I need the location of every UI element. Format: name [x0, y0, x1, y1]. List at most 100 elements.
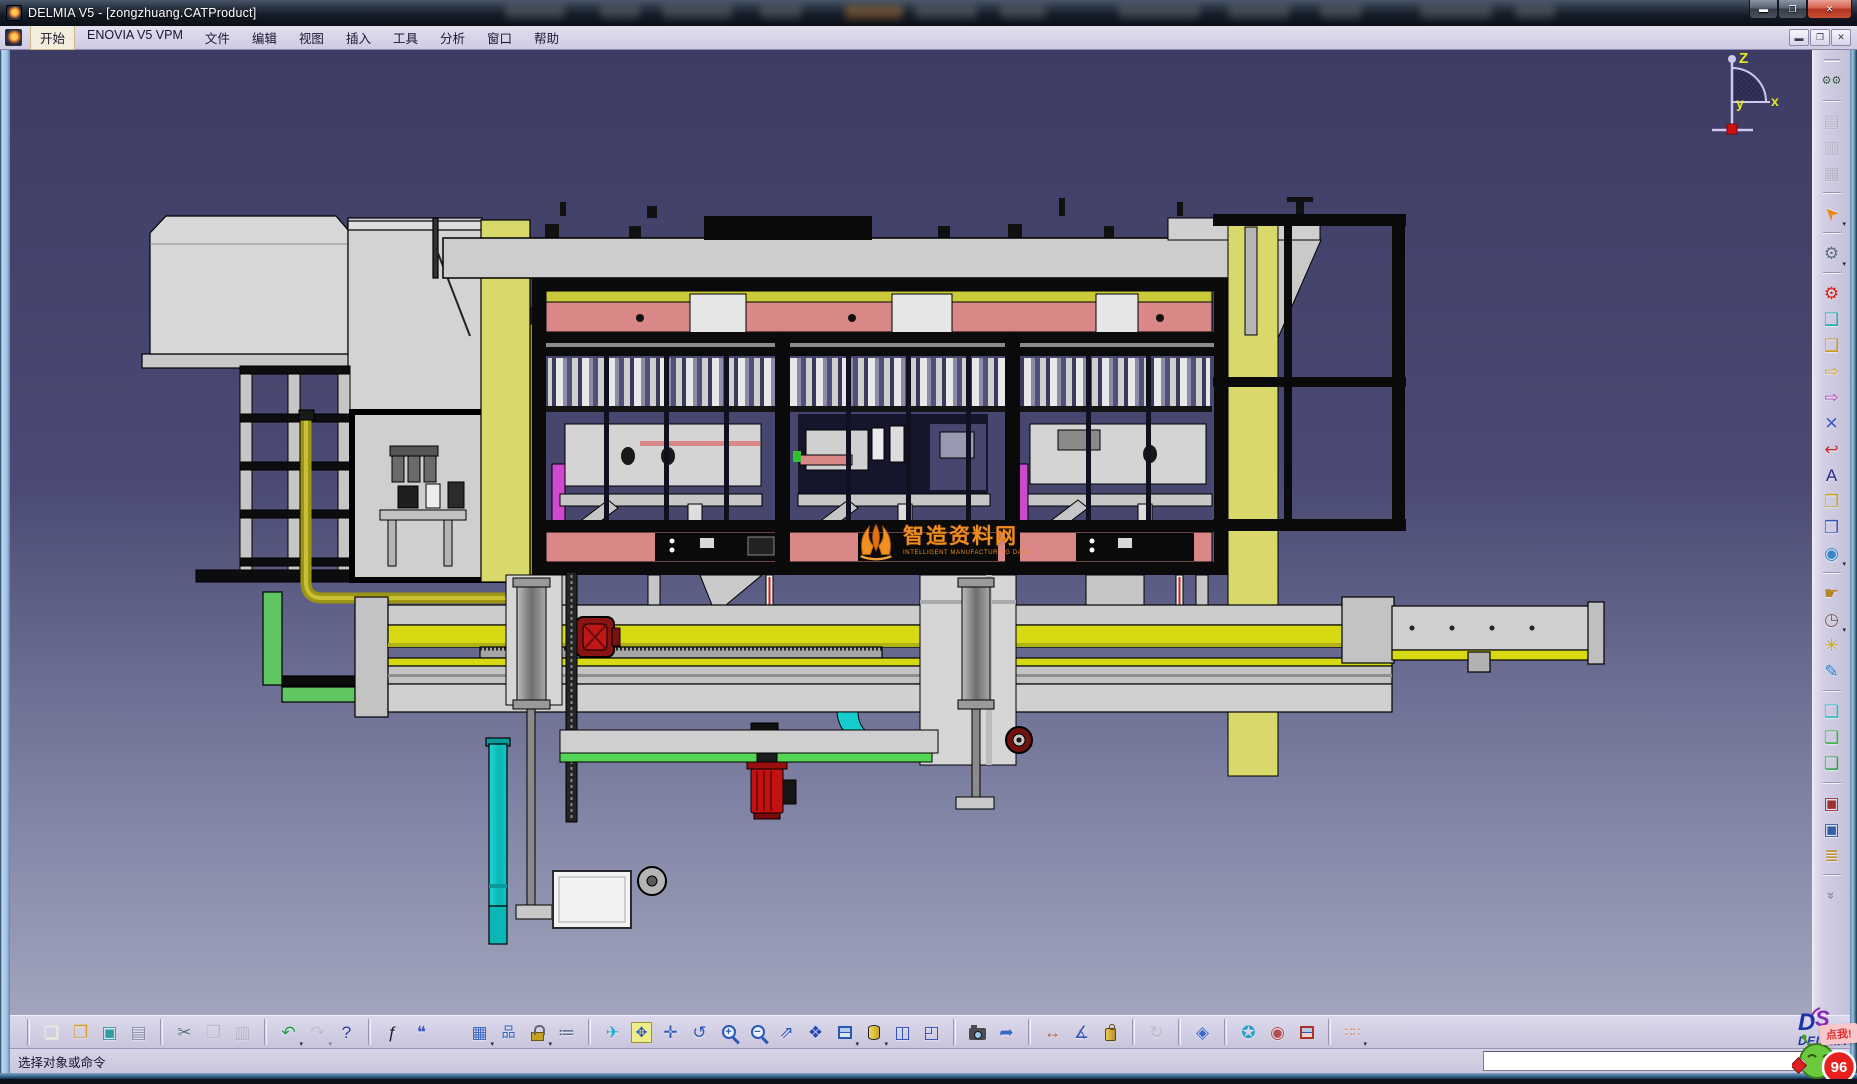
toolbar-separator — [264, 1019, 267, 1045]
grid-snap-icon[interactable]: ∷∷▾ — [1339, 1019, 1366, 1046]
minimize-button[interactable]: ▬ — [1749, 0, 1778, 19]
right-toolbar-grip[interactable] — [1824, 59, 1840, 62]
normal-view-icon[interactable]: ⇗ — [773, 1019, 800, 1046]
blurred-watermark — [505, 5, 565, 19]
toolbar-separator — [1823, 232, 1841, 234]
document-icon — [5, 29, 22, 46]
export-structure-icon[interactable]: ⇨ — [1818, 384, 1845, 410]
cut-icon[interactable]: ✂ — [171, 1019, 198, 1046]
view-mode-2-icon[interactable]: ◰ — [918, 1019, 945, 1046]
select-arrow-icon[interactable]: ➤▾ — [1818, 200, 1845, 226]
fit-all-icon[interactable]: ✥ — [628, 1019, 655, 1046]
menu-item[interactable]: 编辑 — [242, 25, 287, 50]
menu-item[interactable]: 窗口 — [477, 25, 522, 50]
document-gear-yellow-icon[interactable]: ❑ — [1818, 332, 1845, 358]
formula-icon[interactable]: ƒ — [379, 1019, 406, 1046]
child-minimize-button[interactable]: ▬ — [1789, 29, 1809, 46]
close-button[interactable]: ✕ — [1807, 0, 1852, 19]
cube-tree-icon[interactable]: ▣ — [1818, 816, 1845, 842]
window-frame-left — [0, 50, 10, 1079]
watermark-subtitle: INTELLIGENT MANUFACTURING DATA — [903, 550, 1030, 556]
structure-tree-icon[interactable]: 品 — [495, 1019, 522, 1046]
command-input[interactable] — [1483, 1051, 1835, 1071]
instance-count-icon[interactable]: ◉▾ — [1818, 540, 1845, 566]
annotation-bubble-icon[interactable]: ❝ — [408, 1019, 435, 1046]
context-help-icon[interactable]: ? — [333, 1019, 360, 1046]
toolbar-separator — [1028, 1019, 1031, 1045]
reorder-tree-icon[interactable]: ↩ — [1818, 436, 1845, 462]
save-export-icon[interactable]: ❏ — [1818, 724, 1845, 750]
menu-item[interactable]: 文件 — [195, 25, 240, 50]
menu-item[interactable]: 插入 — [336, 25, 381, 50]
menu-item[interactable]: 视图 — [289, 25, 334, 50]
camera-icon[interactable] — [964, 1019, 991, 1046]
menu-item[interactable]: ENOVIA V5 VPM — [77, 25, 193, 50]
edit-cursor-icon[interactable]: ⚙▾ — [1818, 240, 1845, 266]
more-tools-chevron[interactable]: » — [1818, 882, 1845, 908]
layers-icon[interactable]: ◈ — [1189, 1019, 1216, 1046]
toolbar-separator — [1823, 782, 1841, 784]
explode-arrows-icon[interactable]: ✳ — [1818, 632, 1845, 658]
annotation-frame-icon[interactable]: A — [1818, 462, 1845, 488]
machine-top-beam[interactable] — [443, 238, 1261, 278]
watermark-logo-icon — [855, 520, 897, 562]
blurred-watermark — [600, 5, 640, 19]
measure-between-icon[interactable]: ↔ — [1039, 1019, 1066, 1046]
view-mode-1-icon[interactable]: ◫ — [889, 1019, 916, 1046]
print-icon[interactable]: ▤ — [125, 1019, 152, 1046]
update-wheel-icon[interactable]: ⚙ — [1818, 280, 1845, 306]
child-restore-button[interactable]: ❐ — [1810, 29, 1830, 46]
upper-panel-row[interactable] — [546, 291, 1212, 334]
iso-view-icon[interactable]: ▾ — [831, 1019, 858, 1046]
multi-view-icon[interactable]: ❖ — [802, 1019, 829, 1046]
save-view-icon[interactable]: ❏ — [1818, 698, 1845, 724]
simulation-clock-icon[interactable]: ◷▾ — [1818, 606, 1845, 632]
pen-star-icon[interactable]: ✎ — [1818, 658, 1845, 684]
material-sphere-icon[interactable]: ◉ — [1264, 1019, 1291, 1046]
mass-properties-icon[interactable] — [1097, 1019, 1124, 1046]
list-pen-icon[interactable]: ≣ — [1818, 842, 1845, 868]
design-table-icon[interactable]: ▦▾ — [466, 1019, 493, 1046]
undo-icon[interactable]: ↶▾ — [275, 1019, 302, 1046]
save-icon[interactable]: ▣ — [96, 1019, 123, 1046]
zoom-out-icon[interactable]: − — [744, 1019, 771, 1046]
clean-hand-icon[interactable]: ☛ — [1818, 580, 1845, 606]
rule-editor-icon[interactable]: ≔ — [553, 1019, 580, 1046]
menu-item[interactable]: 帮助 — [524, 25, 569, 50]
frame-bar — [532, 562, 1228, 575]
new-document-icon[interactable]: ❏ — [38, 1019, 65, 1046]
scene-box-icon[interactable]: ➦ — [993, 1019, 1020, 1046]
blurred-watermark — [1118, 5, 1200, 19]
pan-icon[interactable]: ✛ — [657, 1019, 684, 1046]
ad-tag[interactable]: 点我! — [1819, 1023, 1857, 1046]
blurred-watermark — [915, 5, 977, 19]
window-diagram-icon[interactable]: ❒ — [1818, 488, 1845, 514]
colored-cube-icon[interactable] — [1293, 1019, 1320, 1046]
window-title: DELMIA V5 - [zongzhuang.CATProduct] — [28, 6, 256, 20]
rotate-icon[interactable]: ↺ — [686, 1019, 713, 1046]
workbench-gears-icon[interactable]: ⚙⚙ — [1818, 68, 1845, 94]
cube-link-icon[interactable]: ▣ — [1818, 790, 1845, 816]
menu-item[interactable]: 开始 — [30, 25, 75, 50]
cyan-belt[interactable] — [486, 738, 510, 944]
render-style-icon[interactable]: ▾ — [860, 1019, 887, 1046]
open-folder-icon[interactable]: ❐ — [67, 1019, 94, 1046]
menu-item[interactable]: 分析 — [430, 25, 475, 50]
world-scale-icon[interactable]: ✪ — [1235, 1019, 1262, 1046]
zoom-in-icon[interactable]: + — [715, 1019, 742, 1046]
child-close-button[interactable]: ✕ — [1831, 29, 1851, 46]
menu-item[interactable]: 工具 — [383, 25, 428, 50]
lock-icon[interactable]: ▾ — [524, 1019, 551, 1046]
delete-component-icon[interactable]: ✕ — [1818, 410, 1845, 436]
measure-item-icon[interactable]: ∡ — [1068, 1019, 1095, 1046]
red-roller[interactable] — [576, 617, 620, 657]
top-black-box[interactable] — [704, 216, 872, 240]
fly-mode-icon[interactable]: ✈ — [599, 1019, 626, 1046]
save-refresh-icon[interactable]: ❏ — [1818, 750, 1845, 776]
maximize-button[interactable]: ❐ — [1778, 0, 1807, 19]
toolbar-separator — [1823, 272, 1841, 274]
import-document-icon[interactable]: ⇨ — [1818, 358, 1845, 384]
status-bar: 选择对象或命令 — [10, 1048, 1850, 1073]
window-list-icon[interactable]: ❒ — [1818, 514, 1845, 540]
document-gear-teal-icon[interactable]: ❑ — [1818, 306, 1845, 332]
